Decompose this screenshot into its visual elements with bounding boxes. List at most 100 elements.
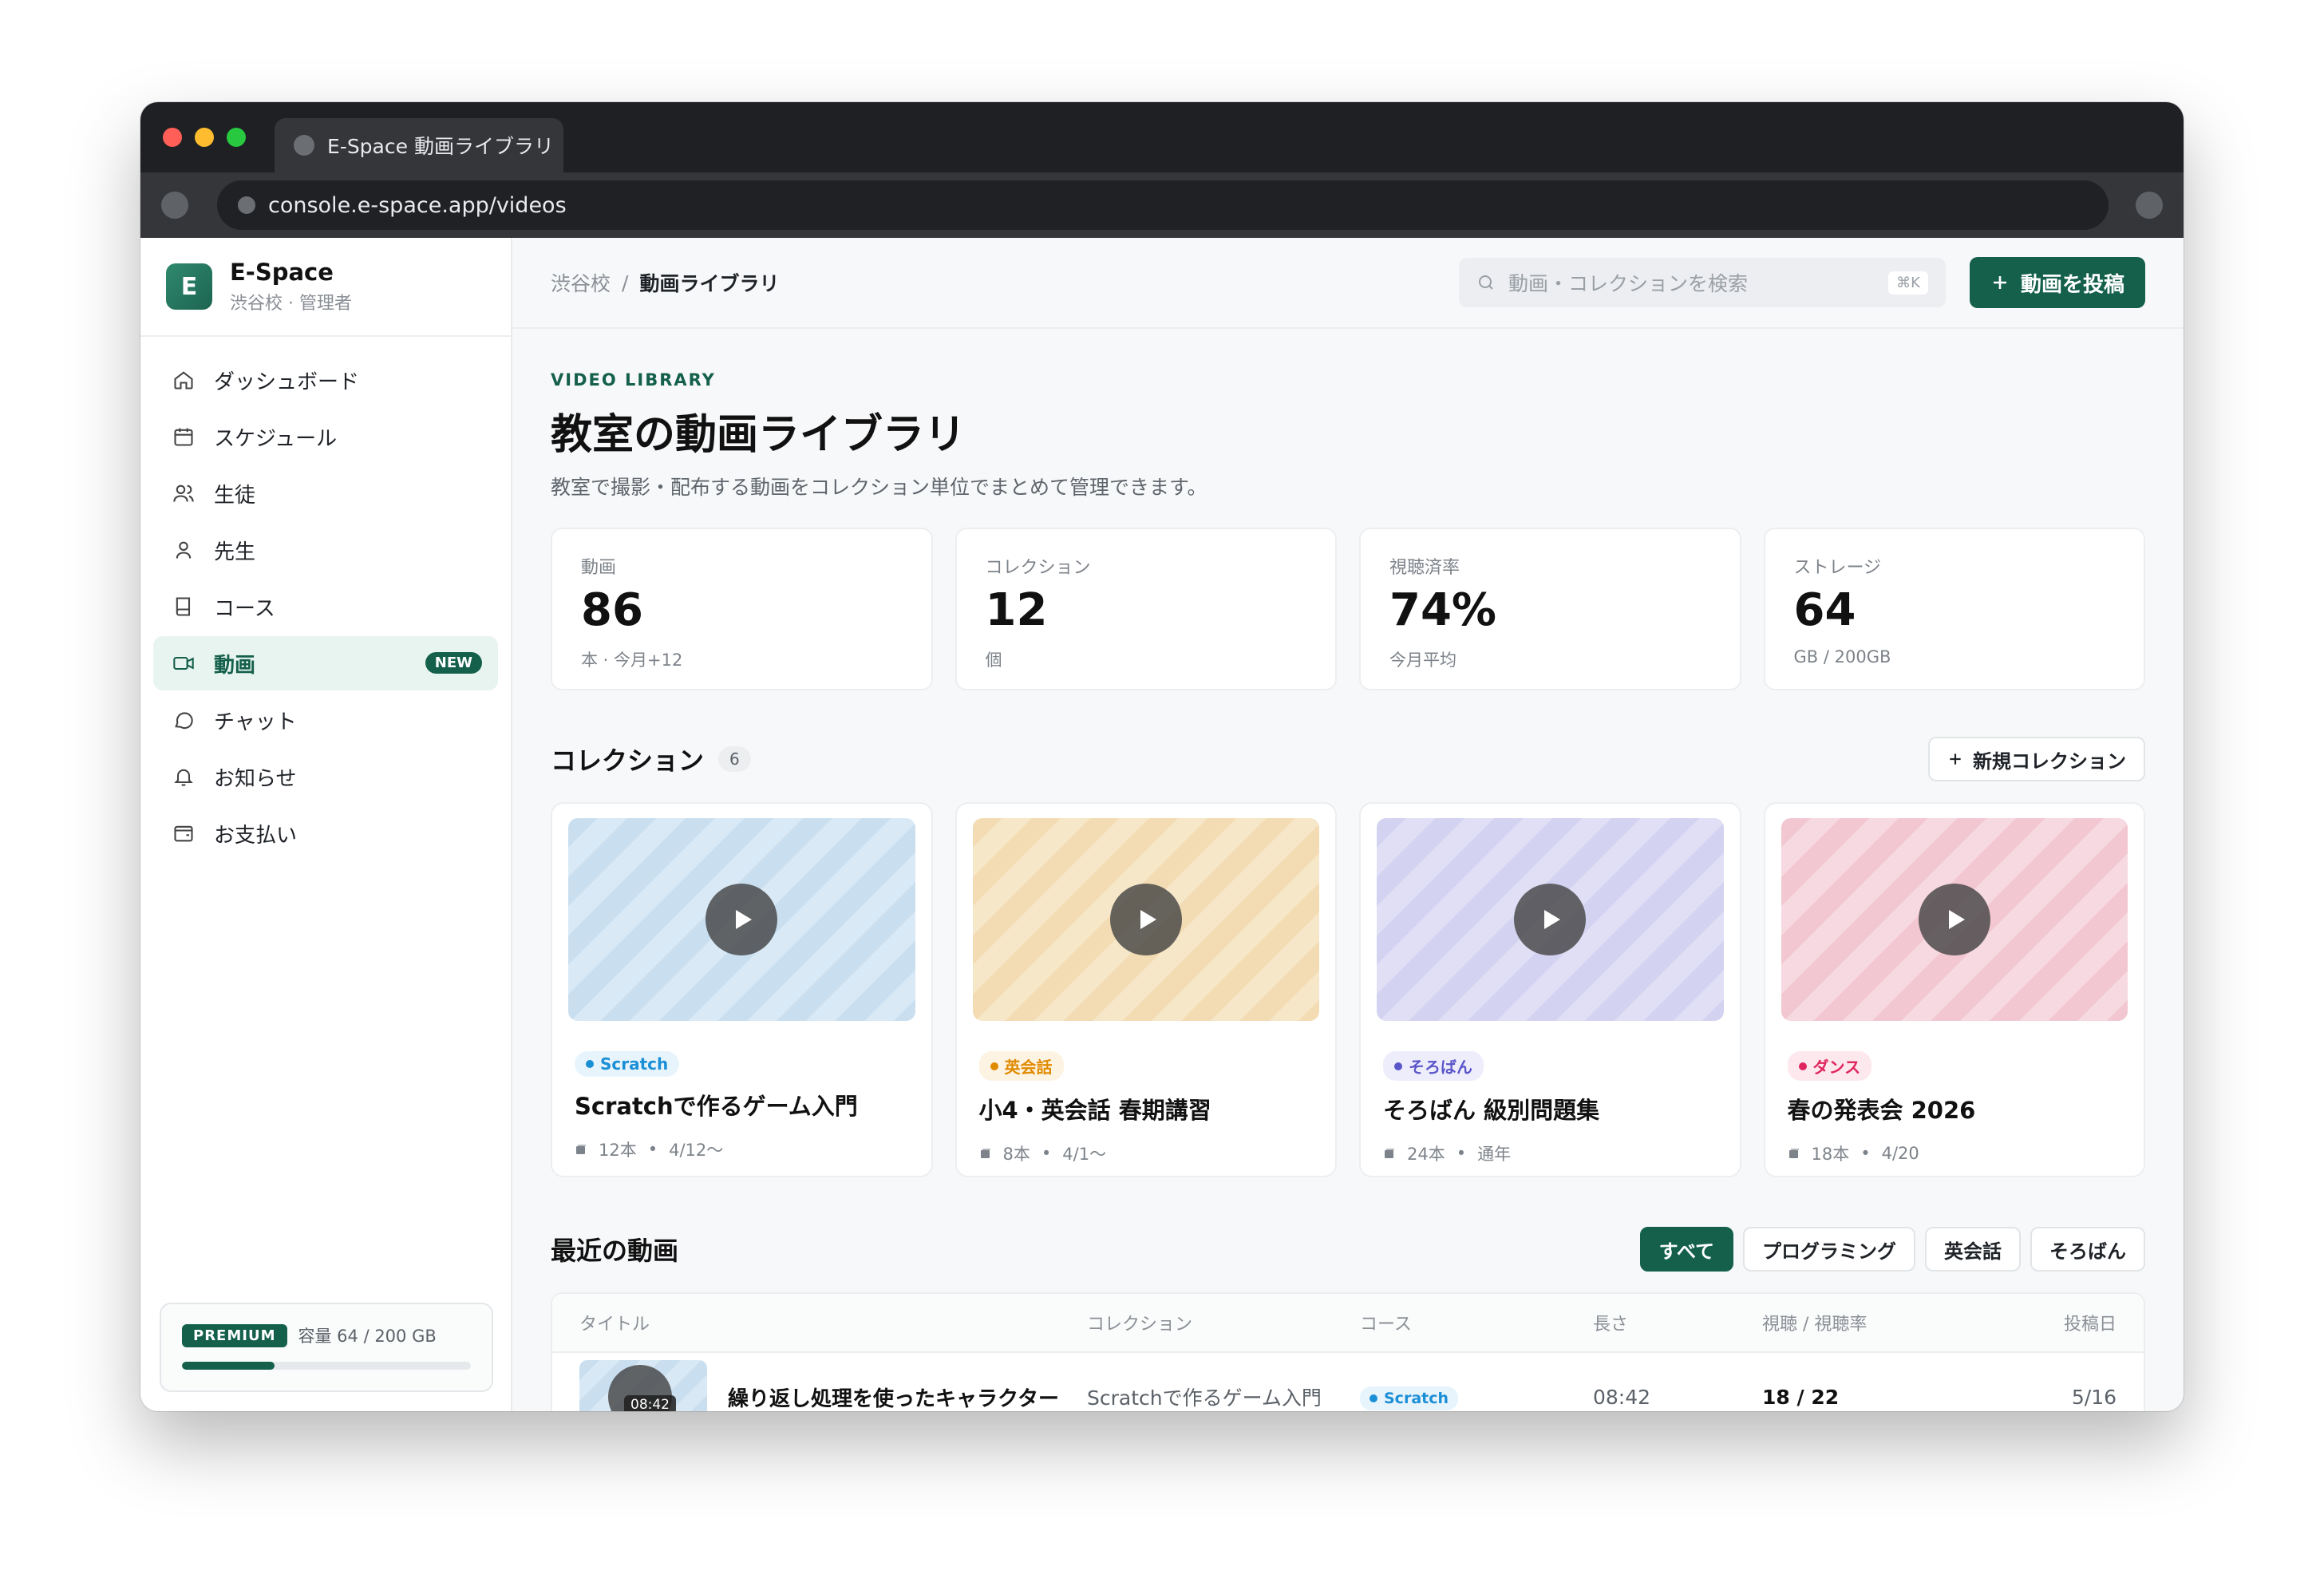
back-button[interactable] [161,192,188,219]
stat-sub: 本 · 今月+12 [581,651,683,670]
stat-value: 12 [985,584,1048,636]
post-video-button[interactable]: 動画を投稿 [1969,257,2145,308]
sidebar-item-label: ダッシュボード [214,370,360,394]
collection-thumbnail[interactable] [568,818,915,1021]
collection-date: 4/20 [1881,1144,1919,1163]
collection-title: そろばん 級別問題集 [1383,1097,1600,1124]
home-icon [172,369,195,391]
profile-button[interactable] [2136,192,2163,219]
collection-thumbnail[interactable] [1377,818,1724,1021]
row-thumbnail[interactable]: 08:42 [579,1360,707,1411]
close-window-button[interactable] [163,128,182,147]
site-info-icon[interactable] [238,196,255,214]
collection-meta: 18本 • 4/20 [1788,1141,2128,1165]
sidebar-item-payments[interactable]: お支払い [153,806,498,860]
row-collection: Scratchで作るゲーム入門 [1087,1386,1322,1410]
browser-window: E-Space 動画ライブラリ console.e-space.app/vide… [140,102,2184,1411]
breadcrumb-root[interactable]: 渋谷校 [551,268,611,297]
collection-card[interactable]: ダンス 春の発表会 2026 18本 • 4/20 [1763,802,2145,1177]
collection-tag-label: 英会話 [1004,1058,1053,1077]
stat-sub: 今月平均 [1389,651,1456,670]
column-header-views[interactable]: 視聴 / 視聴率 [1762,1310,2002,1335]
chat-icon [172,709,195,731]
post-video-label: 動画を投稿 [2020,272,2124,297]
collection-thumbnail[interactable] [972,818,1319,1021]
column-header-length[interactable]: 長さ [1593,1310,1762,1335]
stack-icon [1385,1149,1394,1158]
sidebar-item-notices[interactable]: お知らせ [153,750,498,804]
row-date: 5/16 [2071,1385,2116,1409]
collection-title: 春の発表会 2026 [1787,1097,1976,1124]
stat-sub: 個 [985,651,1002,670]
play-icon[interactable] [1918,884,1990,955]
sidebar-item-courses[interactable]: コース [153,579,498,634]
browser-tab[interactable]: E-Space 動画ライブラリ [275,118,563,172]
brand-logo: E [166,263,212,310]
minimize-window-button[interactable] [195,128,214,147]
play-icon[interactable] [706,884,778,955]
filter-chip-soroban[interactable]: そろばん [2030,1227,2145,1272]
new-collection-label: 新規コレクション [1973,750,2126,773]
play-icon[interactable] [1109,884,1182,955]
collection-tag: そろばん [1383,1051,1484,1081]
breadcrumb-current: 動画ライブラリ [639,272,780,295]
page-title: 教室の動画ライブラリ [551,411,966,459]
tag-dot [1394,1062,1402,1070]
tag-dot [990,1062,998,1070]
row-duration-badge: 08:42 [624,1395,676,1411]
bell-icon [172,765,195,788]
meta-separator: • [1456,1144,1467,1163]
stat-label: 視聴済率 [1389,558,1460,578]
filter-chip-all[interactable]: すべて [1639,1227,1733,1272]
row-title-cell: 08:42 繰り返し処理を使ったキャラクター [579,1360,1087,1411]
stat-label: コレクション [985,558,1091,578]
row-views: 18 / 22 [1762,1385,1840,1409]
collections-header: コレクション 6 新規コレクション [551,737,2145,781]
column-header-date[interactable]: 投稿日 [2002,1310,2116,1335]
sidebar-item-teachers[interactable]: 先生 [153,523,498,577]
favicon-icon [294,135,314,156]
collection-card[interactable]: そろばん そろばん 級別問題集 24本 • 通年 [1359,802,1741,1177]
stack-icon [1788,1149,1799,1158]
filter-chip-programming[interactable]: プログラミング [1743,1227,1915,1272]
stat-sub: GB / 200GB [1793,647,1891,666]
filter-chip-english[interactable]: 英会話 [1925,1227,2021,1272]
collection-thumbnail[interactable] [1781,818,2128,1021]
collection-card[interactable]: 英会話 小4・英会話 春期講習 8本 • 4/1〜 [955,802,1337,1177]
stats-row: 動画 86 本 · 今月+12 コレクション 12 個 視聴済率 74% 今月平… [551,528,2145,690]
collection-card[interactable]: Scratch Scratchで作るゲーム入門 12本 • 4/12〜 [551,802,933,1177]
tag-dot [586,1060,594,1068]
sidebar-item-students[interactable]: 生徒 [153,466,498,520]
plan-usage-card[interactable]: PREMIUM 容量 64 / 200 GB [160,1303,493,1392]
table-row[interactable]: 08:42 繰り返し処理を使ったキャラクター Scratchで作るゲーム入門 S… [552,1353,2144,1411]
collection-meta: 8本 • 4/1〜 [979,1141,1320,1165]
collection-video-count: 12本 [599,1141,637,1160]
column-header-title[interactable]: タイトル [579,1310,1087,1335]
sidebar-item-label: 生徒 [214,483,256,508]
sidebar-item-videos[interactable]: 動画 NEW [153,636,498,690]
meta-separator: • [1041,1144,1052,1163]
page-description: 教室で撮影・配布する動画をコレクション単位でまとめて管理できます。 [551,476,1207,499]
stat-label: ストレージ [1793,558,1882,578]
row-course-cell: Scratch [1360,1384,1593,1410]
stack-icon [576,1145,586,1154]
sidebar-item-dashboard[interactable]: ダッシュボード [153,353,498,407]
search-input[interactable]: 動画・コレクションを検索 ⌘K [1458,258,1946,307]
plus-icon [1993,276,2006,289]
user-icon [172,539,195,561]
table-header: タイトル コレクション コース 長さ 視聴 / 視聴率 投稿日 [552,1294,2144,1353]
new-badge: NEW [425,652,482,674]
new-collection-button[interactable]: 新規コレクション [1928,737,2145,781]
sidebar-item-schedule[interactable]: スケジュール [153,409,498,464]
collection-video-count: 24本 [1407,1145,1445,1164]
stat-card-videos: 動画 86 本 · 今月+12 [551,528,933,690]
zoom-window-button[interactable] [227,128,246,147]
url-field[interactable]: console.e-space.app/videos [217,180,2109,230]
play-icon[interactable] [1514,884,1587,955]
column-header-collection[interactable]: コレクション [1087,1310,1360,1335]
sidebar-item-chat[interactable]: チャット [153,693,498,747]
column-header-course[interactable]: コース [1360,1310,1593,1335]
stat-card-storage: ストレージ 64 GB / 200GB [1763,528,2145,690]
url-text: console.e-space.app/videos [268,192,567,218]
row-course-label: Scratch [1384,1389,1449,1407]
